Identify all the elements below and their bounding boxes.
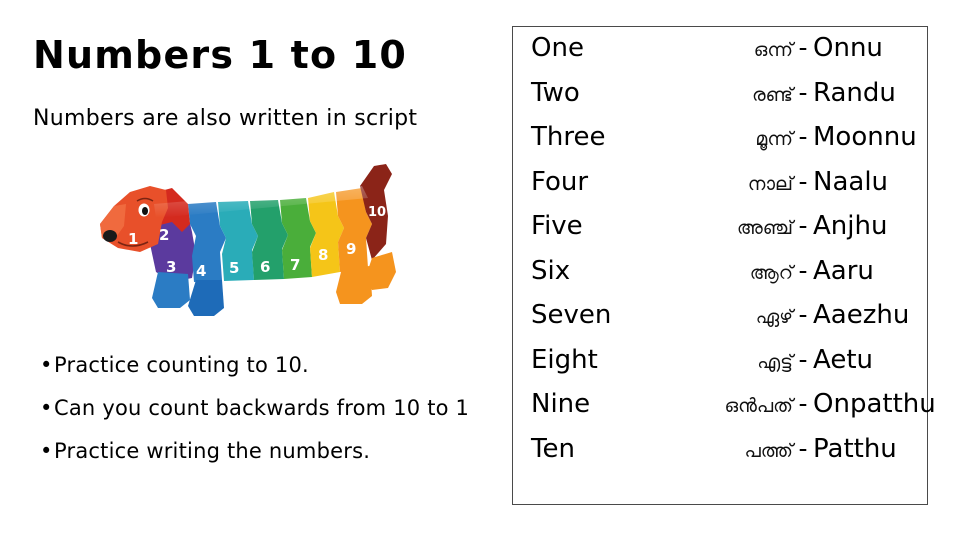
- puzzle-number-4: 4: [196, 262, 206, 280]
- bullet-list: • Practice counting to 10. • Can you cou…: [40, 352, 470, 481]
- table-row: Two രണ്ട് - Randu: [513, 80, 927, 125]
- page-title: Numbers 1 to 10: [33, 33, 408, 77]
- table-row: Eight എട്ട് - Aetu: [513, 347, 927, 392]
- english-word: Ten: [531, 433, 575, 464]
- table-row: Three മൂന്ന് - Moonnu: [513, 124, 927, 169]
- dash-separator: -: [798, 122, 808, 151]
- dash-separator: -: [798, 344, 808, 374]
- transliteration: Anjhu: [813, 211, 888, 241]
- dash-separator: -: [798, 300, 808, 329]
- dash-separator: -: [798, 211, 808, 240]
- transliteration: Aaezhu: [813, 300, 910, 330]
- malayalam-script: നാല്: [747, 172, 793, 195]
- english-word: One: [531, 33, 584, 63]
- transliteration: Naalu: [813, 166, 889, 197]
- list-item-label: Practice writing the numbers.: [54, 438, 371, 463]
- puzzle-number-3: 3: [166, 258, 176, 276]
- english-word: Three: [531, 122, 606, 152]
- list-item: • Can you count backwards from 10 to 1: [40, 395, 470, 422]
- bullet-marker-icon: •: [40, 353, 53, 377]
- english-word: Seven: [531, 300, 612, 330]
- puzzle-number-8: 8: [318, 246, 328, 264]
- bullet-marker-icon: •: [40, 438, 53, 463]
- number-puzzle-image: 1 2 3 4 5 6 7 8 9 10: [96, 160, 396, 330]
- subtitle-text: Numbers are also written in script: [33, 106, 418, 131]
- transliteration: Aaru: [813, 255, 874, 286]
- dash-separator: -: [798, 433, 808, 463]
- transliteration: Aetu: [813, 344, 873, 375]
- table-row: Seven ഏഴ് - Aaezhu: [513, 302, 927, 347]
- puzzle-number-9: 9: [346, 240, 356, 258]
- transliteration: Onpatthu: [813, 389, 936, 419]
- bullet-marker-icon: •: [40, 395, 53, 420]
- english-word: Nine: [531, 389, 591, 419]
- table-row: Six ആറ് - Aaru: [513, 258, 927, 303]
- transliteration: Onnu: [813, 33, 883, 63]
- english-word: Four: [531, 166, 589, 197]
- puzzle-number-2: 2: [159, 226, 169, 244]
- malayalam-script: എട്ട്: [757, 350, 793, 373]
- english-word: Eight: [531, 344, 598, 375]
- malayalam-script: ഏഴ്: [755, 306, 793, 328]
- table-row: Ten പത്ത് - Patthu: [513, 436, 927, 481]
- malayalam-script: പത്ത്: [744, 439, 793, 462]
- puzzle-number-7: 7: [290, 256, 300, 274]
- dash-separator: -: [798, 77, 808, 107]
- malayalam-script: മൂന്ന്: [755, 128, 793, 150]
- malayalam-script: ഒൻപത്: [724, 395, 793, 417]
- malayalam-script: ആറ്: [749, 261, 793, 284]
- script-table: One ഒന്ന് - Onnu Two രണ്ട് - Randu Three…: [513, 27, 936, 504]
- dash-separator: -: [798, 389, 808, 418]
- malayalam-script: ഒന്ന്: [753, 39, 793, 61]
- puzzle-number-6: 6: [260, 258, 270, 276]
- english-word: Five: [531, 211, 583, 241]
- transliteration: Patthu: [813, 433, 897, 464]
- script-table-panel: One ഒന്ന് - Onnu Two രണ്ട് - Randu Three…: [512, 26, 936, 505]
- dash-separator: -: [798, 33, 808, 62]
- table-row: Nine ഒൻപത് - Onpatthu: [513, 389, 936, 436]
- english-word: Two: [531, 77, 580, 108]
- list-item: • Practice writing the numbers.: [40, 438, 470, 465]
- transliteration: Randu: [813, 77, 896, 108]
- transliteration: Moonnu: [813, 122, 917, 152]
- list-item-label: Practice counting to 10.: [54, 353, 309, 377]
- table-row: Five അഞ്ച് - Anjhu: [513, 213, 927, 258]
- puzzle-number-10: 10: [368, 205, 386, 220]
- puzzle-number-1: 1: [128, 230, 138, 248]
- list-item-label: Can you count backwards from 10 to 1: [54, 395, 470, 420]
- left-content-column: Numbers 1 to 10 Numbers are also written…: [0, 0, 500, 540]
- english-word: Six: [531, 255, 571, 286]
- table-row: One ഒന്ന് - Onnu: [513, 35, 927, 80]
- malayalam-script: അഞ്ച്: [736, 217, 793, 239]
- table-row: Four നാല് - Naalu: [513, 169, 927, 214]
- dash-separator: -: [798, 166, 808, 196]
- list-item: • Practice counting to 10.: [40, 352, 470, 379]
- dash-separator: -: [798, 255, 808, 285]
- malayalam-script: രണ്ട്: [751, 83, 793, 106]
- slide-canvas: Numbers 1 to 10 Numbers are also written…: [0, 0, 960, 540]
- puzzle-number-5: 5: [229, 259, 239, 277]
